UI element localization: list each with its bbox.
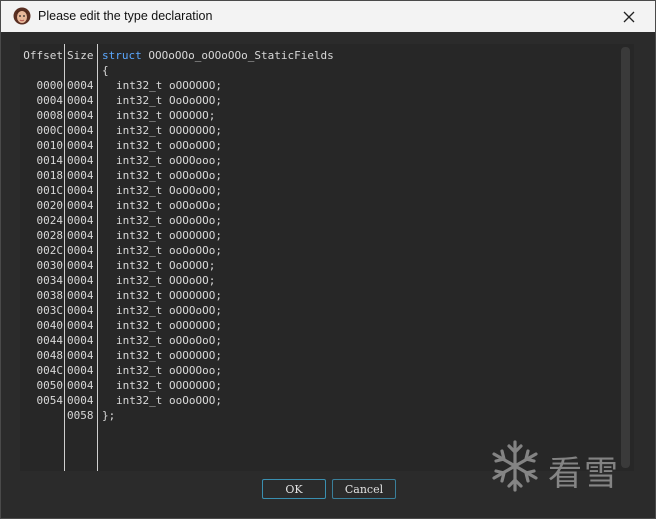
- dialog-title: Please edit the type declaration: [38, 9, 213, 23]
- edit-type-dialog: Please edit the type declaration Offset …: [0, 0, 656, 519]
- type-declaration-editor[interactable]: Offset 0000 0004 0008 000C 0010 0014 0018 001C 0…: [20, 44, 634, 471]
- field-size: 0004: [67, 379, 94, 392]
- struct-keyword: struct: [102, 49, 142, 62]
- watermark-text: 看雪: [548, 454, 620, 494]
- field-declaration: int32_t oOOOOOO;: [116, 319, 222, 332]
- field-declaration: int32_t oOOOooo;: [116, 154, 222, 167]
- field-offset: 0004: [36, 94, 64, 107]
- close-button[interactable]: [609, 4, 649, 30]
- field-declaration: int32_t ooOoOOo;: [116, 244, 222, 257]
- field-declaration: int32_t OOOoOO;: [116, 274, 216, 287]
- ok-button[interactable]: OK: [262, 479, 326, 499]
- field-offset: 0014: [36, 154, 64, 167]
- field-offset: 0044: [36, 334, 64, 347]
- field-declaration: int32_t oOOoOOo;: [116, 214, 222, 227]
- field-declaration: int32_t oOOOOOO;: [116, 79, 222, 92]
- field-declaration: int32_t OOOOOO;: [116, 109, 216, 122]
- field-size: 0004: [67, 394, 94, 407]
- field-offset: 0028: [36, 229, 64, 242]
- field-size: 0004: [67, 349, 94, 362]
- field-size: 0004: [67, 244, 94, 257]
- avatar-app-icon: [13, 7, 31, 25]
- field-declaration: int32_t OoOOOO;: [116, 259, 216, 272]
- field-size: 0004: [67, 289, 94, 302]
- field-size: 0004: [67, 124, 94, 137]
- field-offset: 0040: [36, 319, 64, 332]
- field-declaration: int32_t OOOOOOO;: [116, 289, 222, 302]
- close-brace: };: [102, 409, 116, 422]
- struct-name: OOOoOOo_oOOoOOo_StaticFields: [148, 49, 334, 62]
- field-declaration: int32_t OOOOOOO;: [116, 124, 222, 137]
- field-size: 0004: [67, 94, 94, 107]
- open-brace: {: [102, 64, 109, 77]
- field-declaration: int32_t oOOOoOO;: [116, 304, 222, 317]
- field-declaration: int32_t oOOoOOo;: [116, 199, 222, 212]
- field-declaration: int32_t oOOOOoo;: [116, 364, 222, 377]
- field-size: 0004: [67, 364, 94, 377]
- vertical-scrollbar[interactable]: [621, 47, 630, 468]
- field-declaration: int32_t OoOoOOO;: [116, 94, 222, 107]
- size-column: Size 0004 0004 0004 0004 0004 0004 0004 0004 000…: [66, 44, 98, 471]
- offset-column: Offset 0000 0004 0008 000C 0010 0014 0018 001C 0…: [20, 44, 65, 471]
- watermark: 看雪: [488, 438, 638, 494]
- field-declaration: int32_t ooOoOOO;: [116, 394, 222, 407]
- title-bar[interactable]: Please edit the type declaration: [1, 1, 655, 32]
- field-offset: 000C: [36, 124, 64, 137]
- field-offset: 0024: [36, 214, 64, 227]
- close-icon: [623, 11, 635, 23]
- field-offset: 0020: [36, 199, 64, 212]
- field-offset: 003C: [36, 304, 64, 317]
- field-declaration: int32_t OOOOOOO;: [116, 379, 222, 392]
- field-size: 0004: [67, 109, 94, 122]
- field-offset: 004C: [36, 364, 64, 377]
- field-declaration: int32_t oOOOOOO;: [116, 349, 222, 362]
- field-size: 0004: [67, 139, 94, 152]
- code-column[interactable]: struct OOOoOOo_oOOoOOo_StaticFields { in…: [102, 44, 616, 471]
- field-offset: 0010: [36, 139, 64, 152]
- field-offset: 0008: [36, 109, 64, 122]
- field-offset: 0038: [36, 289, 64, 302]
- field-size: 0004: [67, 169, 94, 182]
- cancel-button[interactable]: Cancel: [332, 479, 396, 499]
- field-size: 0004: [67, 214, 94, 227]
- field-offset: 0000: [36, 79, 64, 92]
- field-offset: 0034: [36, 274, 64, 287]
- field-declaration: int32_t oOOOOOO;: [116, 229, 222, 242]
- field-size: 0004: [67, 304, 94, 317]
- field-size: 0004: [67, 184, 94, 197]
- field-declaration: int32_t oOOoOOo;: [116, 169, 222, 182]
- snowflake-icon: [492, 440, 538, 492]
- offset-header: Offset: [23, 49, 63, 62]
- size-header: Size: [67, 49, 94, 62]
- field-size: 0004: [67, 154, 94, 167]
- field-declaration: int32_t OoOOoOO;: [116, 184, 222, 197]
- field-size: 0004: [67, 229, 94, 242]
- field-size: 0004: [67, 319, 94, 332]
- field-declaration: int32_t oOOoOOO;: [116, 139, 222, 152]
- field-size: 0004: [67, 259, 94, 272]
- end-size: 0058: [67, 409, 94, 422]
- field-size: 0004: [67, 334, 94, 347]
- field-offset: 002C: [36, 244, 64, 257]
- struct-declaration-line: struct OOOoOOo_oOOoOOo_StaticFields: [102, 48, 334, 63]
- field-size: 0004: [67, 199, 94, 212]
- field-offset: 0018: [36, 169, 64, 182]
- field-declaration: int32_t oOOoOoO;: [116, 334, 222, 347]
- field-offset: 0050: [36, 379, 64, 392]
- field-offset: 0048: [36, 349, 64, 362]
- field-offset: 001C: [36, 184, 64, 197]
- field-size: 0004: [67, 274, 94, 287]
- field-offset: 0030: [36, 259, 64, 272]
- field-size: 0004: [67, 79, 94, 92]
- field-offset: 0054: [36, 394, 64, 407]
